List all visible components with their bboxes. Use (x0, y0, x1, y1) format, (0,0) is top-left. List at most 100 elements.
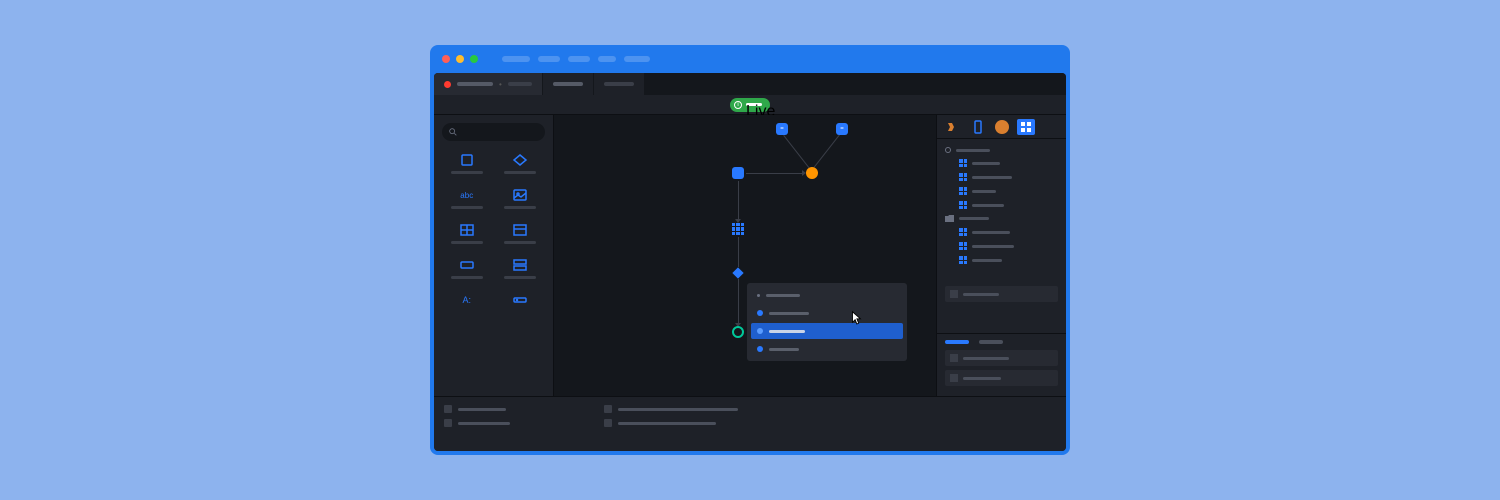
search-input[interactable] (442, 123, 545, 141)
context-menu-item-hover[interactable] (751, 323, 903, 339)
row-label (458, 422, 510, 425)
bottom-row[interactable] (604, 405, 1056, 413)
bottom-row[interactable] (444, 405, 564, 413)
tree-label (972, 190, 996, 193)
canvas-node-table[interactable] (732, 223, 744, 235)
context-menu-label (766, 294, 800, 297)
tab-active[interactable]: • (434, 73, 543, 95)
bottom-row[interactable] (604, 419, 1056, 427)
bottom-row[interactable] (444, 419, 564, 427)
left-sidebar: abc (434, 115, 554, 396)
context-menu-item[interactable] (751, 305, 903, 321)
minimize-window-button[interactable] (456, 55, 464, 63)
square-icon (950, 290, 958, 298)
palette-square[interactable] (442, 149, 492, 178)
square-icon (444, 419, 452, 427)
bottom-section (937, 333, 1066, 396)
tree-label (972, 176, 1012, 179)
square-icon (604, 405, 612, 413)
menu-item[interactable] (538, 56, 560, 62)
tab[interactable] (594, 73, 645, 95)
titlebar (430, 45, 1070, 73)
palette-text[interactable]: abc (442, 184, 492, 213)
grid-icon (959, 187, 967, 195)
palette-field[interactable] (496, 289, 546, 311)
bottom-list-item[interactable] (945, 370, 1058, 386)
palette-diamond[interactable] (496, 149, 546, 178)
square-icon (950, 354, 958, 362)
grid-icon (959, 228, 967, 236)
palette-label (504, 206, 536, 209)
view-profile[interactable] (993, 119, 1011, 135)
section-item[interactable] (945, 286, 1058, 302)
context-menu-item[interactable] (751, 341, 903, 357)
table-icon (457, 223, 477, 237)
canvas-node-end[interactable] (732, 326, 744, 338)
menu-item[interactable] (598, 56, 616, 62)
view-grid[interactable] (1017, 119, 1035, 135)
tree-item[interactable] (945, 147, 1058, 153)
edge (746, 173, 802, 174)
tree-item[interactable] (959, 228, 1058, 236)
tree-item[interactable] (959, 187, 1058, 195)
menu-item[interactable] (568, 56, 590, 62)
tab[interactable] (543, 73, 594, 95)
canvas[interactable]: = = (554, 115, 936, 396)
bottom-list-item[interactable] (945, 350, 1058, 366)
tree-item[interactable] (959, 159, 1058, 167)
palette-sections[interactable] (496, 254, 546, 283)
dot-icon (757, 310, 763, 316)
tree-item[interactable] (959, 242, 1058, 250)
tree-item[interactable] (959, 256, 1058, 264)
tab-label (604, 82, 634, 86)
dot-icon (757, 328, 763, 334)
menu-item[interactable] (624, 56, 650, 62)
palette-variable[interactable]: A: (442, 289, 492, 311)
palette-layout[interactable] (496, 219, 546, 248)
circle-icon (995, 120, 1009, 134)
bottom-tab[interactable] (945, 340, 969, 344)
bottom-col (594, 397, 1066, 451)
cursor-icon (849, 310, 863, 326)
search-icon (448, 127, 458, 137)
image-icon (510, 188, 530, 202)
canvas-node-decision[interactable] (732, 267, 743, 278)
az-icon: A: (457, 293, 477, 307)
layer-tree (937, 139, 1066, 333)
grid-icon (959, 201, 967, 209)
canvas-node-source[interactable]: = (836, 123, 848, 135)
edge (812, 134, 840, 169)
row-label (618, 408, 738, 411)
palette-label (451, 276, 483, 279)
tree-item[interactable] (945, 215, 1058, 222)
canvas-node-merge[interactable] (806, 167, 818, 179)
bottom-tab[interactable] (979, 340, 1003, 344)
item-label (963, 357, 1009, 360)
folder-icon (945, 215, 954, 222)
close-window-button[interactable] (442, 55, 450, 63)
tree-item[interactable] (959, 201, 1058, 209)
palette-image[interactable] (496, 184, 546, 213)
equals-icon: = (840, 126, 844, 132)
live-status-pill[interactable]: i Live (730, 98, 770, 112)
palette-label (504, 171, 536, 174)
layout-icon (510, 223, 530, 237)
tree-label (972, 231, 1010, 234)
bottom-tabs (945, 340, 1058, 344)
context-menu-header (751, 287, 903, 303)
context-menu-label (769, 330, 805, 333)
palette-table[interactable] (442, 219, 492, 248)
right-sidebar (936, 115, 1066, 396)
maximize-window-button[interactable] (470, 55, 478, 63)
view-phone[interactable] (969, 119, 987, 135)
grid-icon (959, 242, 967, 250)
grid-icon (1020, 121, 1032, 133)
menu-item[interactable] (502, 56, 530, 62)
canvas-node-source[interactable]: = (776, 123, 788, 135)
phone-icon (973, 120, 983, 134)
tree-item[interactable] (959, 173, 1058, 181)
canvas-node-action[interactable] (732, 167, 744, 179)
palette-panel[interactable] (442, 254, 492, 283)
panel-icon (457, 258, 477, 272)
view-kanban[interactable] (945, 119, 963, 135)
